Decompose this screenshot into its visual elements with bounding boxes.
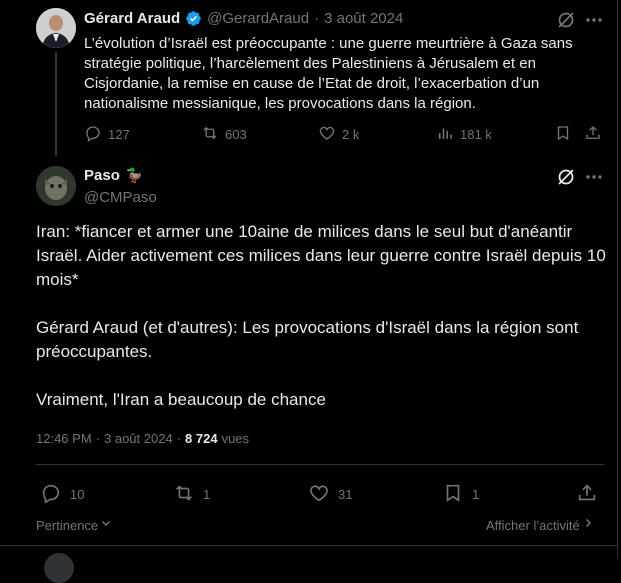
like-button[interactable]: 31 bbox=[308, 482, 352, 507]
author-avatar[interactable] bbox=[36, 166, 76, 206]
quoted-like-button[interactable]: 2 k bbox=[318, 124, 359, 145]
quoted-reply-count: 127 bbox=[108, 127, 130, 142]
chevron-down-icon bbox=[100, 516, 112, 534]
like-icon bbox=[308, 482, 330, 507]
author-name[interactable]: Paso bbox=[84, 167, 120, 184]
tweet-paragraph: Vraiment, l'Iran a beaucoup de chance bbox=[36, 390, 326, 409]
tweet-date[interactable]: 3 août 2024 bbox=[104, 431, 173, 446]
bookmark-icon bbox=[442, 482, 464, 507]
views-count[interactable]: 8 724 bbox=[185, 431, 218, 446]
header-separator: · bbox=[314, 10, 320, 27]
grok-icon[interactable] bbox=[556, 10, 576, 30]
quoted-views-count: 181 k bbox=[460, 127, 492, 142]
sort-label: Pertinence bbox=[36, 517, 99, 533]
views-label: vues bbox=[221, 431, 250, 446]
bookmark-icon bbox=[554, 124, 572, 142]
reply-button[interactable]: 10 bbox=[40, 482, 84, 507]
more-icon[interactable] bbox=[584, 167, 604, 187]
author-name-row: Paso 🦆 bbox=[84, 167, 143, 184]
share-button[interactable] bbox=[576, 482, 598, 504]
bookmark-count: 1 bbox=[472, 487, 480, 502]
quoted-reply-button[interactable]: 127 bbox=[84, 124, 130, 145]
repost-button[interactable]: 1 bbox=[173, 482, 210, 507]
tweet-paragraph: Gérard Araud (et d'autres): Les provocat… bbox=[36, 318, 579, 361]
reply-composer-avatar bbox=[44, 553, 74, 583]
quoted-like-count: 2 k bbox=[342, 127, 360, 142]
quoted-repost-count: 603 bbox=[225, 127, 247, 142]
tweet-meta: 12:46 PM · 3 août 2024 · 8 724 vues bbox=[36, 431, 249, 446]
tweet-text: Iran: *fiancer et armer une 10aine de mi… bbox=[36, 220, 606, 436]
activity-label: Afficher l’activité bbox=[486, 517, 580, 533]
quoted-views-button[interactable]: 181 k bbox=[436, 124, 492, 145]
author-emoji: 🦆 bbox=[125, 167, 144, 183]
thread-connector-line bbox=[55, 52, 57, 156]
author-handle[interactable]: @CMPaso bbox=[84, 189, 157, 206]
share-icon bbox=[584, 124, 602, 142]
quoted-tweet-header: Gérard Araud @GerardAraud · 3 août 2024 bbox=[84, 10, 403, 27]
chevron-right-icon bbox=[582, 516, 594, 534]
divider bbox=[36, 464, 604, 465]
divider bbox=[0, 545, 617, 546]
tweet-time[interactable]: 12:46 PM bbox=[36, 431, 92, 446]
tweet-actions: 10 1 31 1 bbox=[36, 480, 604, 504]
reply-icon bbox=[84, 124, 102, 145]
bookmark-button[interactable]: 1 bbox=[442, 482, 479, 507]
meta-separator: · bbox=[176, 431, 182, 446]
quoted-bookmark-button[interactable] bbox=[554, 124, 572, 142]
tweet-paragraph: Iran: *fiancer et armer une 10aine de mi… bbox=[36, 222, 606, 289]
quoted-tweet-text: L’évolution d’Israël est préoccupante : … bbox=[84, 35, 573, 112]
quoted-author-avatar[interactable] bbox=[36, 8, 76, 48]
repost-count: 1 bbox=[203, 487, 211, 502]
reply-icon bbox=[40, 482, 62, 507]
reply-count: 10 bbox=[70, 487, 85, 502]
like-count: 31 bbox=[338, 487, 353, 502]
quoted-tweet-date[interactable]: 3 août 2024 bbox=[324, 10, 403, 27]
quoted-repost-button[interactable]: 603 bbox=[201, 124, 247, 145]
quoted-tweet-actions: 127 603 2 k 181 k bbox=[84, 124, 604, 144]
grok-icon[interactable] bbox=[556, 167, 576, 187]
repost-icon bbox=[201, 124, 219, 145]
like-icon bbox=[318, 124, 336, 145]
repost-icon bbox=[173, 482, 195, 507]
meta-separator: · bbox=[95, 431, 100, 446]
quoted-author-name[interactable]: Gérard Araud bbox=[84, 10, 180, 27]
views-icon bbox=[436, 124, 454, 145]
quoted-author-handle[interactable]: @GerardAraud bbox=[207, 10, 309, 27]
more-icon[interactable] bbox=[584, 10, 604, 30]
tweet-page: Gérard Araud @GerardAraud · 3 août 2024 … bbox=[0, 0, 618, 583]
share-icon bbox=[576, 482, 598, 504]
quoted-share-button[interactable] bbox=[584, 124, 602, 142]
view-activity-link[interactable]: Afficher l’activité bbox=[486, 516, 594, 534]
verified-icon bbox=[185, 10, 202, 27]
sort-dropdown[interactable]: Pertinence bbox=[36, 516, 112, 534]
